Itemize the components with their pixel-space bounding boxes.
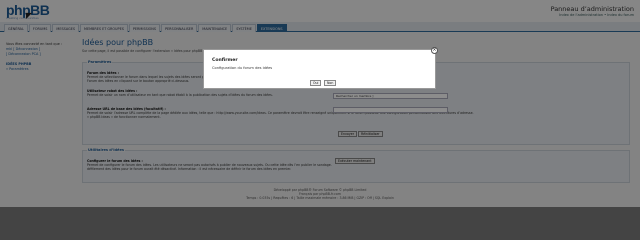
confirm-dialog: × Confirmer Configuration du forum des i… [203,47,438,89]
modal-overlay[interactable] [0,0,640,207]
dialog-message: Configuration du forum des idées [212,66,273,70]
dialog-title: Confirmer [212,58,238,63]
acp-page: phpBB creating communities ◤ Panneau d’a… [0,0,640,207]
confirm-no-button[interactable]: Non [324,80,337,86]
close-icon[interactable]: × [431,47,438,54]
confirm-yes-button[interactable]: Oui [310,80,322,86]
